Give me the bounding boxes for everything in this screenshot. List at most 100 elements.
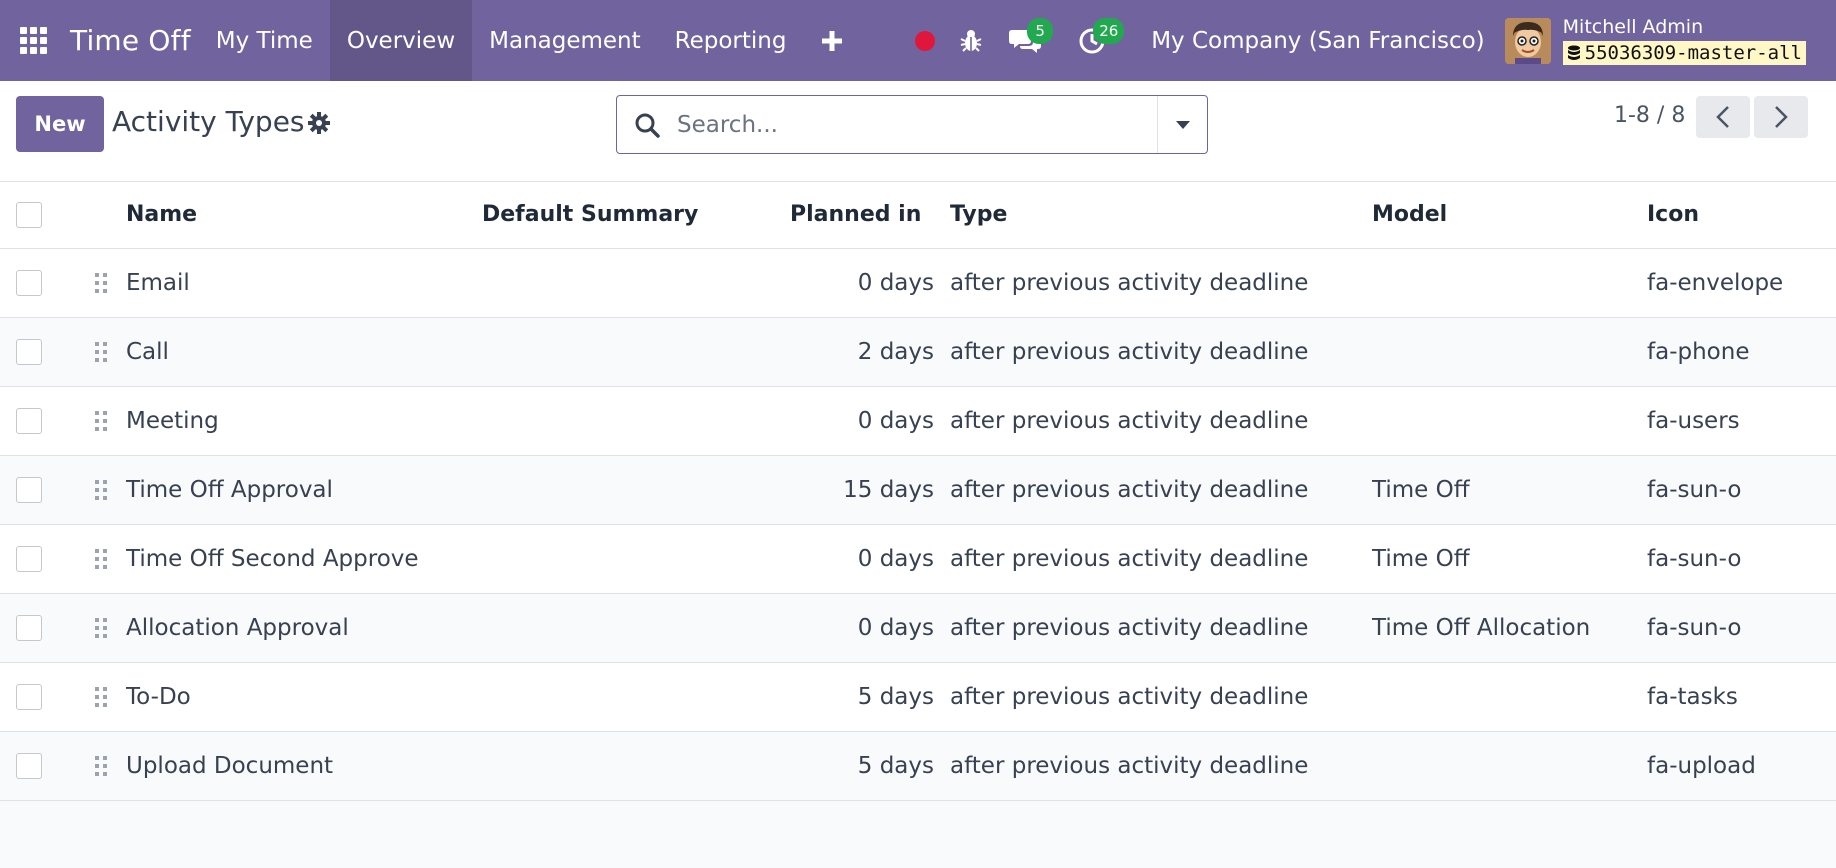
- cell-model[interactable]: [1372, 386, 1647, 456]
- column-header-type[interactable]: Type: [950, 182, 1372, 249]
- drag-handle-icon[interactable]: [76, 410, 126, 431]
- plus-icon[interactable]: [803, 0, 861, 81]
- cell-name[interactable]: Call: [126, 317, 482, 387]
- new-button[interactable]: New: [16, 96, 104, 152]
- cell-type[interactable]: after previous activity deadline: [950, 731, 1372, 801]
- user-menu[interactable]: Mitchell Admin 55036309-master-all: [1504, 16, 1836, 65]
- gear-icon[interactable]: [307, 111, 331, 139]
- table-row[interactable]: Call 2 days after previous activity deadli…: [0, 317, 1836, 387]
- app-name[interactable]: Time Off: [66, 0, 199, 81]
- row-checkbox[interactable]: [16, 752, 42, 779]
- column-header-model[interactable]: Model: [1372, 182, 1647, 249]
- activities-button[interactable]: 26: [1057, 0, 1127, 81]
- cell-name[interactable]: Allocation Approval: [126, 593, 482, 663]
- cell-icon[interactable]: fa-tasks: [1647, 662, 1836, 732]
- menu-my-time[interactable]: My Time: [199, 0, 330, 81]
- table-row[interactable]: Allocation Approval 0 days after previous …: [0, 593, 1836, 663]
- menu-management[interactable]: Management: [472, 0, 658, 81]
- row-checkbox[interactable]: [16, 338, 42, 365]
- pager-value[interactable]: 1-8 / 8: [1614, 103, 1685, 128]
- pager-previous-button[interactable]: [1696, 96, 1750, 138]
- cell-icon[interactable]: fa-users: [1647, 386, 1836, 456]
- table-row[interactable]: Meeting 0 days after previous activity dea…: [0, 386, 1836, 456]
- table-row[interactable]: Time Off Second Approve 0 days after previ…: [0, 524, 1836, 594]
- cell-model[interactable]: [1372, 662, 1647, 732]
- cell-default-summary[interactable]: [482, 593, 790, 663]
- company-switcher[interactable]: My Company (San Francisco): [1127, 28, 1504, 54]
- drag-handle-icon[interactable]: [76, 479, 126, 500]
- row-checkbox[interactable]: [16, 269, 42, 296]
- cell-icon[interactable]: fa-phone: [1647, 317, 1836, 387]
- cell-name[interactable]: Time Off Approval: [126, 455, 482, 525]
- cell-icon[interactable]: fa-envelope: [1647, 248, 1836, 318]
- cell-icon[interactable]: fa-sun-o: [1647, 524, 1836, 594]
- drag-handle-icon[interactable]: [76, 272, 126, 293]
- cell-model[interactable]: Time Off Allocation: [1372, 593, 1647, 663]
- search-input[interactable]: [677, 99, 1157, 150]
- row-checkbox[interactable]: [16, 614, 42, 641]
- cell-type[interactable]: after previous activity deadline: [950, 317, 1372, 387]
- cell-type[interactable]: after previous activity deadline: [950, 662, 1372, 732]
- cell-default-summary[interactable]: [482, 524, 790, 594]
- drag-handle-icon[interactable]: [76, 755, 126, 776]
- cell-default-summary[interactable]: [482, 662, 790, 732]
- cell-name[interactable]: Time Off Second Approve: [126, 524, 482, 594]
- cell-planned-in[interactable]: 5 days: [790, 731, 950, 801]
- cell-name[interactable]: Meeting: [126, 386, 482, 456]
- cell-planned-in[interactable]: 5 days: [790, 662, 950, 732]
- cell-planned-in[interactable]: 0 days: [790, 248, 950, 318]
- row-checkbox[interactable]: [16, 407, 42, 434]
- messages-button[interactable]: 5: [993, 0, 1057, 81]
- cell-planned-in[interactable]: 15 days: [790, 455, 950, 525]
- cell-model[interactable]: Time Off: [1372, 524, 1647, 594]
- row-checkbox[interactable]: [16, 683, 42, 710]
- cell-icon[interactable]: fa-sun-o: [1647, 455, 1836, 525]
- cell-name[interactable]: Upload Document: [126, 731, 482, 801]
- search-options-toggle[interactable]: [1157, 96, 1207, 153]
- column-header-name[interactable]: Name: [126, 182, 482, 249]
- row-checkbox[interactable]: [16, 476, 42, 503]
- menu-reporting[interactable]: Reporting: [658, 0, 804, 81]
- menu-overview[interactable]: Overview: [329, 0, 473, 81]
- cell-type[interactable]: after previous activity deadline: [950, 455, 1372, 525]
- row-checkbox[interactable]: [16, 545, 42, 572]
- cell-planned-in[interactable]: 0 days: [790, 386, 950, 456]
- cell-icon[interactable]: fa-sun-o: [1647, 593, 1836, 663]
- record-button[interactable]: [901, 0, 949, 81]
- drag-handle-icon[interactable]: [76, 617, 126, 638]
- table-row[interactable]: Email 0 days after previous activity deadl…: [0, 248, 1836, 318]
- column-header-default-summary[interactable]: Default Summary: [482, 182, 790, 249]
- column-header-icon[interactable]: Icon: [1647, 182, 1836, 249]
- drag-handle-icon[interactable]: [76, 686, 126, 707]
- cell-planned-in[interactable]: 0 days: [790, 524, 950, 594]
- cell-default-summary[interactable]: [482, 455, 790, 525]
- cell-default-summary[interactable]: [482, 731, 790, 801]
- cell-planned-in[interactable]: 0 days: [790, 593, 950, 663]
- cell-default-summary[interactable]: [482, 386, 790, 456]
- drag-handle-icon[interactable]: [76, 548, 126, 569]
- cell-model[interactable]: Time Off: [1372, 455, 1647, 525]
- pager-next-button[interactable]: [1754, 96, 1808, 138]
- cell-type[interactable]: after previous activity deadline: [950, 386, 1372, 456]
- cell-type[interactable]: after previous activity deadline: [950, 593, 1372, 663]
- cell-name[interactable]: Email: [126, 248, 482, 318]
- cell-model[interactable]: [1372, 248, 1647, 318]
- select-all-checkbox[interactable]: [16, 201, 42, 228]
- cell-model[interactable]: [1372, 731, 1647, 801]
- cell-default-summary[interactable]: [482, 317, 790, 387]
- cell-name[interactable]: To-Do: [126, 662, 482, 732]
- apps-grid-icon: [19, 27, 47, 54]
- cell-default-summary[interactable]: [482, 248, 790, 318]
- apps-menu-button[interactable]: [0, 0, 66, 81]
- column-header-planned-in[interactable]: Planned in: [790, 182, 950, 249]
- cell-type[interactable]: after previous activity deadline: [950, 524, 1372, 594]
- cell-icon[interactable]: fa-upload: [1647, 731, 1836, 801]
- cell-model[interactable]: [1372, 317, 1647, 387]
- table-row[interactable]: To-Do 5 days after previous activity deadl…: [0, 662, 1836, 732]
- debug-button[interactable]: [949, 0, 993, 81]
- drag-handle-icon[interactable]: [76, 341, 126, 362]
- table-row[interactable]: Upload Document 5 days after previous acti…: [0, 731, 1836, 801]
- cell-type[interactable]: after previous activity deadline: [950, 248, 1372, 318]
- cell-planned-in[interactable]: 2 days: [790, 317, 950, 387]
- table-row[interactable]: Time Off Approval 15 days after previous a…: [0, 455, 1836, 525]
